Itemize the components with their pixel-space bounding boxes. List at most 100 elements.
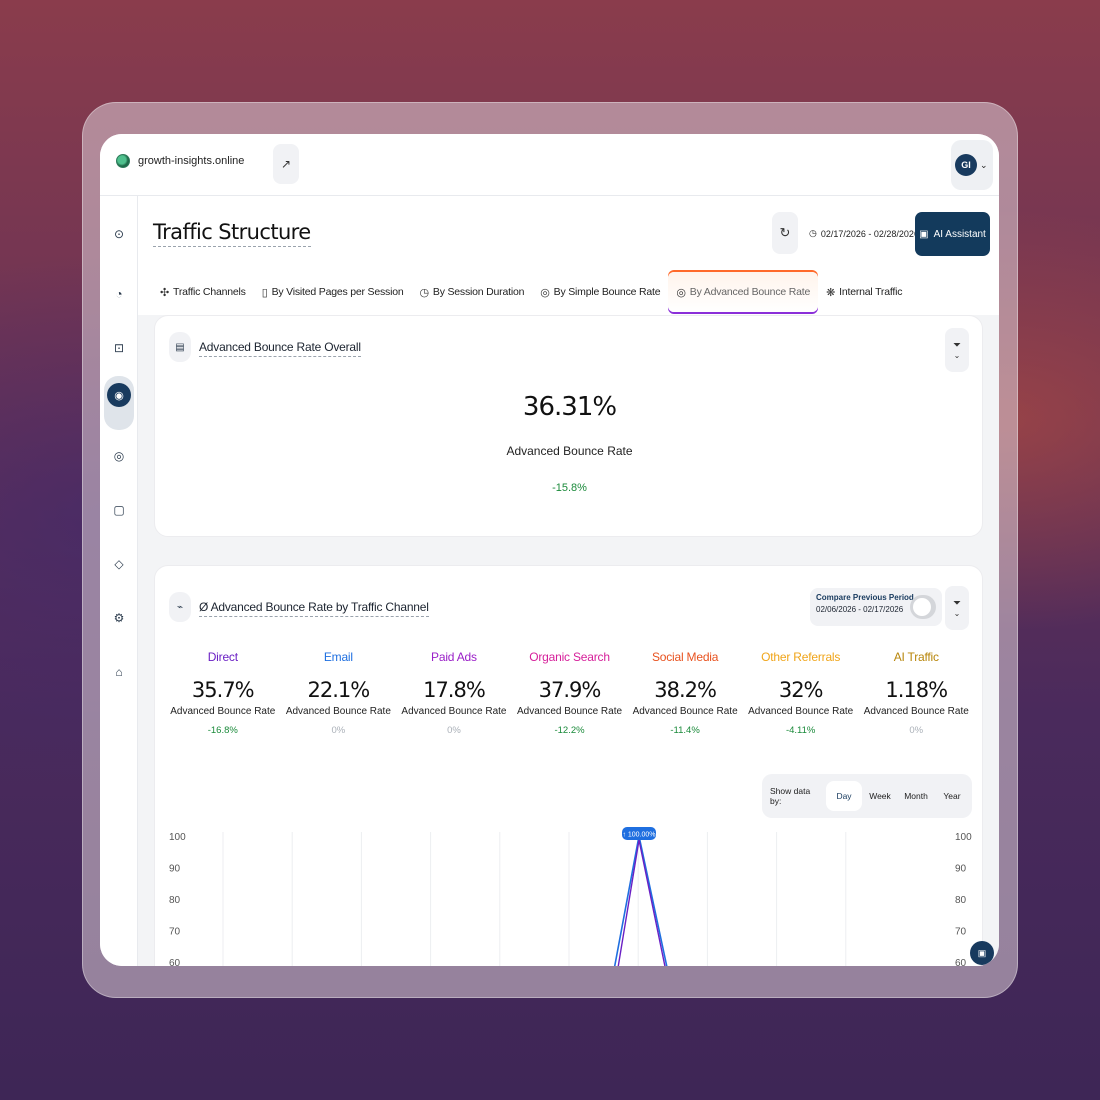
channel-label: Advanced Bounce Rate [170,706,276,717]
filter-button[interactable]: ⏷ ⌄ [945,328,969,372]
location-icon[interactable]: ⌂ [109,662,129,682]
y-tick-label: 100 [169,832,186,843]
tab-simple-bounce-rate[interactable]: ◎ By Simple Bounce Rate [532,272,668,312]
channel-value: 37.9% [538,678,602,702]
channel-label: Advanced Bounce Rate [632,706,738,717]
page-title: Traffic Structure [153,220,311,247]
channel-label: Advanced Bounce Rate [516,706,623,717]
chat-icon[interactable]: ▢ [109,500,129,520]
by-channel-card: ⌁ Ø Advanced Bounce Rate by Traffic Chan… [154,565,983,966]
overall-title: Advanced Bounce Rate Overall [199,340,361,357]
tab-label: By Visited Pages per Session [271,286,404,298]
content-area: ▤ Advanced Bounce Rate Overall ⏷ ⌄ 36.31… [138,315,999,966]
external-link-icon: ↗ [280,157,292,171]
ai-assistant-label: AI Assistant [933,228,986,240]
compare-previous-period[interactable]: Compare Previous Period 02/06/2026 - 02/… [810,588,942,626]
advanced-bounce-icon: ◎ [676,286,686,299]
show-data-label: Show data by: [770,786,811,806]
ai-assistant-button[interactable]: ▣ AI Assistant [915,212,990,256]
tab-label: By Advanced Bounce Rate [689,286,811,298]
compare-toggle[interactable] [910,595,936,619]
option-day[interactable]: Day [826,781,862,811]
tab-label: Internal Traffic [839,286,903,298]
y-tick-label: 60 [955,958,967,966]
by-channel-title: Ø Advanced Bounce Rate by Traffic Channe… [199,600,429,617]
channel-name: Organic Search [529,650,610,664]
top-bar: growth-insights.online ⌄ ↗ GI ⌄ [100,134,999,196]
calculator-icon: ▤ [169,332,191,362]
bounce-icon: ◎ [540,286,550,299]
traffic-icon[interactable]: ◉ [107,383,131,407]
channel-value: 22.1% [307,678,371,702]
channel-value: 1.18% [885,678,948,702]
pie-chart-icon[interactable]: ◔ [109,284,129,304]
channel-value: 38.2% [654,678,717,702]
user-menu[interactable]: GI ⌄ [951,140,993,190]
internal-icon: ❋ [826,286,836,299]
line-chart-icon[interactable]: ⌁ [169,592,191,622]
bounce-rate-chart: 1001009090808070706060↑ 100.00%↑ 58.72% [169,827,972,966]
collapse-icon[interactable]: ⊙ [109,224,129,244]
date-range-picker[interactable]: ◷ 02/17/2026 - 02/28/2026 ⌄ [809,228,931,239]
option-month[interactable]: Month [898,781,934,811]
option-year[interactable]: Year [934,781,970,811]
series-line [613,835,668,966]
refresh-button[interactable]: ↻ [772,212,798,254]
chevron-down-icon: ⌄ [953,609,961,618]
channel-name: Other Referrals [761,650,841,664]
channel-label: Advanced Bounce Rate [748,706,854,717]
series-line [617,839,666,966]
option-week[interactable]: Week [862,781,898,811]
tab-session-duration[interactable]: ◷ By Session Duration [412,272,533,312]
tab-traffic-channels[interactable]: ✣ Traffic Channels [152,272,254,312]
tab-internal-traffic[interactable]: ❋ Internal Traffic [818,272,910,312]
channel-name: Social Media [651,650,719,664]
sidebar: ⊙ ◔ ⊡ ◉ ◎ ▢ ◇ ⚙ ⌂ [100,196,138,966]
channel-change: 0% [447,725,461,736]
y-tick-label: 60 [169,958,181,966]
y-tick-label: 100 [955,832,972,843]
channel-organic-search: Organic Search 37.9% Advanced Bounce Rat… [512,650,628,736]
clock-icon: ◷ [809,228,817,238]
channel-name: Email [323,650,353,664]
channel-label: Advanced Bounce Rate [285,706,391,717]
date-range-text: 02/17/2026 - 02/28/2026 [820,228,919,239]
y-tick-label: 80 [955,895,967,906]
gear-icon[interactable]: ⚙ [109,608,129,628]
tab-visited-pages[interactable]: ▯ By Visited Pages per Session [254,272,412,312]
overall-change: -15.8% [552,482,587,494]
channel-ai-traffic: AI Traffic 1.18% Advanced Bounce Rate 0% [858,650,974,736]
overall-card: ▤ Advanced Bounce Rate Overall ⏷ ⌄ 36.31… [154,315,983,537]
tab-label: Traffic Channels [173,286,246,298]
tab-advanced-bounce-rate[interactable]: ◎ By Advanced Bounce Rate [668,272,819,312]
channel-change: -16.8% [207,725,238,736]
open-external-button[interactable]: ↗ [273,144,299,184]
channel-email: Email 22.1% Advanced Bounce Rate 0% [281,650,397,736]
channel-other-referrals: Other Referrals 32% Advanced Bounce Rate… [743,650,859,736]
refresh-icon: ↻ [779,225,791,240]
filter-icon: ⏷ [953,340,961,351]
y-tick-label: 80 [169,895,181,906]
chat-bubble-icon: ▣ [919,228,929,240]
channel-change: -12.2% [554,725,585,736]
filter-icon: ⏷ [953,598,961,609]
avatar: GI [955,154,977,176]
channel-value: 32% [778,678,824,702]
chat-icon: ▣ [977,947,987,958]
shield-icon[interactable]: ◇ [109,554,129,574]
bag-icon[interactable]: ⊡ [109,338,129,358]
pages-icon: ▯ [261,286,268,299]
filter-button[interactable]: ⏷ ⌄ [945,586,969,630]
target-icon[interactable]: ◎ [109,446,129,466]
channel-change: 0% [331,725,346,736]
site-selector[interactable]: growth-insights.online ⌄ [116,154,288,168]
globe-icon [116,154,130,168]
tab-label: By Session Duration [432,286,525,298]
channel-name: Paid Ads [431,650,477,664]
channel-value: 17.8% [423,678,486,702]
y-tick-label: 90 [955,864,967,875]
channel-value: 35.7% [191,678,255,702]
data-label: ↑ 100.00% [622,832,655,839]
help-chat-button[interactable]: ▣ [970,941,994,965]
channel-paid-ads: Paid Ads 17.8% Advanced Bounce Rate 0% [396,650,512,736]
